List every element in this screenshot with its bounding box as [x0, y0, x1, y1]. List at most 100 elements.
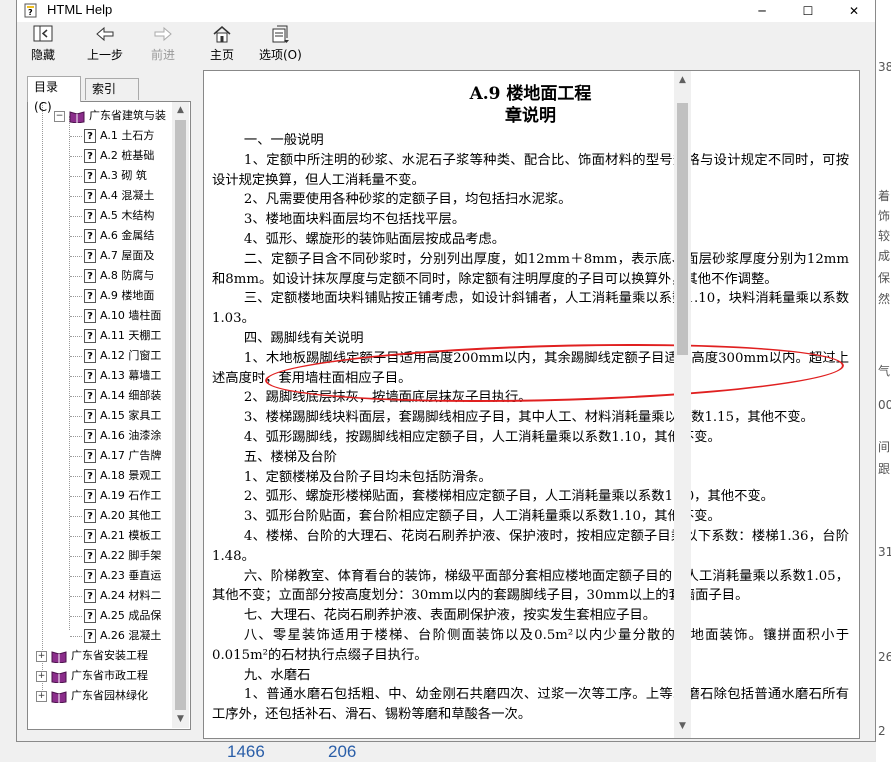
forward-button[interactable]: 前进: [151, 24, 175, 64]
close-icon: ✕: [848, 4, 860, 18]
tree-item-topic[interactable]: ? A.20 其他工: [84, 506, 161, 526]
tree-item-topic[interactable]: ? A.19 石作工: [84, 486, 161, 506]
tree-root-label: 广东省建筑与装: [89, 109, 166, 122]
tree-item-book[interactable]: − 广东省建筑与装: [54, 106, 166, 126]
tree-item-label: A.1 土石方: [100, 129, 155, 142]
tree-item-topic[interactable]: ? A.11 天棚工: [84, 326, 161, 346]
topic-content-pane: A.9 楼地面工程 章说明 一、一般说明 1、定额中所注明的砂浆、水泥石子浆等种类…: [203, 70, 860, 739]
title-bar[interactable]: ? HTML Help ─ ☐ ✕: [17, 0, 875, 22]
help-page-icon: ?: [84, 249, 96, 263]
tree-item-topic[interactable]: ? A.13 幕墙工: [84, 366, 161, 386]
document-paragraph: 1、定额楼梯及台阶子目均未包括防滑条。: [243, 469, 492, 485]
tree-item-topic[interactable]: ? A.23 垂直运: [84, 566, 161, 586]
tree-item-label: A.21 模板工: [100, 529, 162, 542]
maximize-button[interactable]: ☐: [785, 0, 831, 22]
tree-item-topic[interactable]: ? A.15 家具工: [84, 406, 161, 426]
content-scrollbar[interactable]: ▲ ▼: [674, 70, 691, 739]
document-paragraph: 2、凡需要使用各种砂浆的定额子目，均包括扫水泥浆。: [243, 192, 572, 208]
tree-item-label: A.16 油漆涂: [100, 429, 162, 442]
options-label: 选项(O): [259, 48, 302, 62]
document-paragraph: 一、一般说明: [243, 133, 324, 148]
tree-item-topic[interactable]: ? A.1 土石方: [84, 126, 154, 146]
tree-item-topic[interactable]: ? A.22 脚手架: [84, 546, 161, 566]
home-button[interactable]: 主页: [210, 24, 234, 64]
tree-scroll-thumb[interactable]: [175, 120, 186, 710]
tree-item-topic[interactable]: ? A.5 木结构: [84, 206, 154, 226]
tree-item-book[interactable]: + 广东省安装工程: [36, 646, 148, 666]
scroll-up-icon[interactable]: ▲: [172, 105, 189, 115]
scroll-down-icon[interactable]: ▼: [674, 721, 691, 731]
help-page-icon: ?: [84, 269, 96, 283]
minimize-button[interactable]: ─: [739, 0, 785, 22]
contents-tree: − 广东省建筑与装? A.1 土石方? A.2 桩基础? A.3 砌 筑? A.4 混凝土…: [27, 101, 191, 730]
tree-item-label: A.3 砌 筑: [100, 169, 147, 182]
tree-item-topic[interactable]: ? A.8 防腐与: [84, 266, 154, 286]
tree-item-topic[interactable]: ? A.6 金属结: [84, 226, 154, 246]
tree-item-topic[interactable]: ? A.18 景观工: [84, 466, 161, 486]
close-button[interactable]: ✕: [831, 0, 877, 22]
tree-item-book[interactable]: + 广东省市政工程: [36, 666, 148, 686]
options-button[interactable]: 选项(O): [259, 24, 302, 64]
tab-contents[interactable]: 目录(C): [27, 76, 81, 114]
tree-item-label: A.20 其他工: [100, 509, 162, 522]
background-text: 着: [878, 189, 891, 203]
tree-item-label: A.10 墙柱面: [100, 309, 162, 322]
scroll-up-icon[interactable]: ▲: [674, 75, 691, 85]
maximize-icon: ☐: [802, 4, 814, 18]
tree-item-topic[interactable]: ? A.17 广告牌: [84, 446, 161, 466]
document-paragraph: 六、阶梯教室、体育看台的装饰，梯级平面部分套相应楼地面定额子目的，人工消耗量乘以…: [212, 568, 849, 604]
content-scroll-thumb[interactable]: [677, 103, 688, 355]
tab-index[interactable]: 索引(N): [85, 78, 139, 116]
document-paragraph: 九、水磨石: [243, 667, 311, 683]
tree-item-topic[interactable]: ? A.21 模板工: [84, 526, 161, 546]
back-arrow-icon: [96, 26, 114, 42]
window-title: HTML Help: [47, 2, 113, 17]
hide-pane-icon: [33, 25, 53, 42]
document-subtitle: 章说明: [505, 106, 556, 126]
help-page-icon: ?: [84, 389, 96, 403]
tree-item-label: A.8 防腐与: [100, 269, 155, 282]
collapse-icon[interactable]: −: [54, 110, 65, 122]
background-text: 较: [878, 229, 891, 243]
tree-item-label: A.26 混凝土: [100, 629, 162, 642]
background-text: 饰: [878, 209, 891, 223]
tree-item-topic[interactable]: ? A.10 墙柱面: [84, 306, 161, 326]
tree-item-topic[interactable]: ? A.2 桩基础: [84, 146, 154, 166]
back-button[interactable]: 上一步: [87, 24, 123, 64]
tree-item-topic[interactable]: ? A.3 砌 筑: [84, 166, 147, 186]
expand-icon[interactable]: +: [36, 690, 47, 702]
tree-item-topic[interactable]: ? A.16 油漆涂: [84, 426, 161, 446]
tree-item-topic[interactable]: ? A.14 细部装: [84, 386, 161, 406]
help-page-icon: ?: [84, 429, 96, 443]
hide-button[interactable]: 隐藏: [31, 24, 55, 64]
help-page-icon: ?: [84, 309, 96, 323]
tree-item-topic[interactable]: ? A.25 成品保: [84, 606, 161, 626]
tree-item-topic[interactable]: ? A.12 门窗工: [84, 346, 161, 366]
tree-item-topic[interactable]: ? A.26 混凝土: [84, 626, 161, 646]
expand-icon[interactable]: +: [36, 650, 47, 662]
tree-item-topic[interactable]: ? A.24 材料二: [84, 586, 161, 606]
expand-icon[interactable]: +: [36, 670, 47, 682]
help-page-icon: ?: [84, 569, 96, 583]
help-page-icon: ?: [84, 509, 96, 523]
tree-item-topic[interactable]: ? A.4 混凝土: [84, 186, 154, 206]
scroll-down-icon[interactable]: ▼: [172, 714, 189, 724]
document-paragraph: 4、弧形、螺旋形的装饰贴面层按成品考虑。: [243, 231, 506, 247]
document-paragraph: 五、楼梯及台阶: [243, 449, 337, 465]
home-label: 主页: [210, 48, 235, 62]
tree-book-label: 广东省市政工程: [71, 669, 148, 682]
tree-scrollbar[interactable]: ▲ ▼: [172, 102, 189, 728]
tree-item-book[interactable]: + 广东省园林绿化: [36, 686, 148, 706]
tree-item-topic[interactable]: ? A.7 屋面及: [84, 246, 154, 266]
document-paragraph: 1、普通水磨石包括粗、中、幼金刚石共磨四次、过浆一次等工序。上等水磨石除包括普通…: [212, 687, 849, 723]
help-page-icon: ?: [84, 329, 96, 343]
minimize-icon: ─: [758, 4, 766, 18]
tree-item-label: A.7 屋面及: [100, 249, 155, 262]
help-app-icon: ?: [24, 3, 39, 18]
tree-item-label: A.17 广告牌: [100, 449, 162, 462]
help-page-icon: ?: [84, 149, 96, 163]
book-icon: [51, 670, 67, 683]
tree-item-topic[interactable]: ? A.9 楼地面: [84, 286, 154, 306]
tree-item-label: A.6 金属结: [100, 229, 155, 242]
hide-label: 隐藏: [31, 48, 56, 62]
